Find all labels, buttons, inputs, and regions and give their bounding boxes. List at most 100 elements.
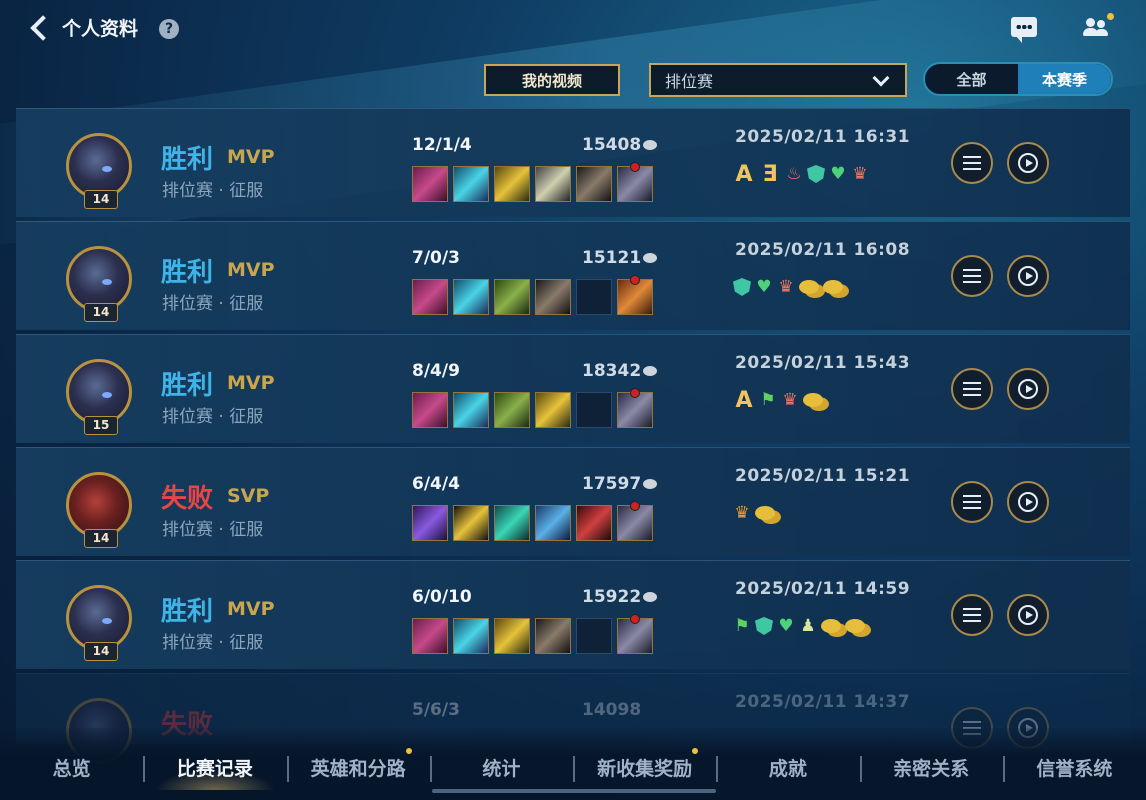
kda: 5/6/3: [412, 700, 460, 720]
tab-champions-and-lanes[interactable]: 英雄和分路: [286, 742, 430, 792]
tab-match-history[interactable]: 比赛记录: [143, 742, 286, 792]
list-icon: [963, 495, 981, 509]
shield-icon: [807, 165, 825, 183]
gold-coin-icon: [643, 592, 657, 602]
champion-level: 14: [84, 190, 118, 209]
match-result: 胜利: [161, 258, 214, 288]
item-icon: [412, 279, 448, 315]
back-button[interactable]: 个人资料: [28, 14, 138, 41]
item-icon: [453, 166, 489, 202]
gold-coin-icon: [643, 366, 657, 376]
item-icon: [412, 392, 448, 428]
match-date: 2025/02/11 16:31: [735, 127, 911, 147]
heal-icon: ♥: [756, 277, 772, 297]
match-row[interactable]: 14 失败 SVP 排位赛 · 征服 6/4/4 17597 2025/02/1…: [16, 447, 1130, 556]
match-details-button[interactable]: [951, 594, 993, 636]
match-mode: 排位赛 · 征服: [162, 181, 264, 201]
match-details-button[interactable]: [951, 368, 993, 410]
scrollbar[interactable]: [432, 789, 716, 793]
trinket-icon: [617, 388, 653, 428]
match-date: 2025/02/11 14:37: [735, 692, 911, 712]
tab-achievements[interactable]: 成就: [716, 742, 859, 792]
match-row[interactable]: 14 胜利 MVP 排位赛 · 征服 12/1/4 15408 2025/02/…: [16, 108, 1130, 217]
crest-icon: ♛: [782, 390, 798, 410]
item-icon: [412, 166, 448, 202]
toggle-current-season[interactable]: 本赛季: [1018, 64, 1111, 94]
achievement-badges: ⚑ ♥ ♟: [733, 616, 865, 636]
match-date: 2025/02/11 15:21: [735, 466, 911, 486]
item-build: [412, 275, 653, 315]
match-result: 胜利: [161, 597, 214, 627]
badge-a-icon: A: [735, 387, 753, 413]
heal-icon: ♥: [778, 616, 794, 636]
gold-amount: 17597: [582, 474, 642, 494]
item-icon: [576, 166, 612, 202]
tab-collection-rewards[interactable]: 新收集奖励: [573, 742, 716, 792]
flame-icon: ♨: [786, 164, 802, 184]
gold-coin-icon: [643, 140, 657, 150]
replay-button[interactable]: [1007, 142, 1049, 184]
item-icon: [453, 279, 489, 315]
match-details-button[interactable]: [951, 142, 993, 184]
notification-dot: [1107, 13, 1114, 20]
item-icon: [412, 505, 448, 541]
coins-icon: [803, 393, 823, 407]
replay-button[interactable]: [1007, 481, 1049, 523]
tab-stats[interactable]: 统计: [429, 742, 573, 792]
match-row[interactable]: 14 胜利 MVP 排位赛 · 征服 7/0/3 15121 2025/02/1…: [16, 221, 1130, 330]
list-icon: [963, 382, 981, 396]
item-icon: [535, 166, 571, 202]
trinket-icon: [617, 162, 653, 202]
item-icon: [535, 618, 571, 654]
match-row[interactable]: 14 胜利 MVP 排位赛 · 征服 6/0/10 15922 2025/02/…: [16, 560, 1130, 669]
toggle-all[interactable]: 全部: [925, 64, 1018, 94]
achievement-badges: A Ǝ ♨ ♥ ♛: [733, 161, 869, 187]
tab-overview[interactable]: 总览: [0, 742, 143, 792]
chat-icon[interactable]: [1011, 17, 1037, 43]
item-icon: [453, 618, 489, 654]
coins-icon: [845, 619, 865, 633]
replay-icon: [1018, 153, 1038, 173]
list-icon: [963, 608, 981, 622]
svp-tag: SVP: [227, 485, 270, 507]
my-videos-button[interactable]: 我的视频: [484, 64, 620, 96]
badge-e-icon: Ǝ: [762, 161, 778, 187]
achievement-badges: ♥ ♛: [733, 277, 843, 297]
gold-amount: 18342: [582, 361, 642, 381]
item-icon: [494, 279, 530, 315]
flag-icon: ⚑: [760, 390, 776, 410]
coins-icon: [823, 280, 843, 294]
match-details-button[interactable]: [951, 255, 993, 297]
badge-a-icon: A: [735, 161, 753, 187]
match-details-button[interactable]: [951, 481, 993, 523]
kda: 6/4/4: [412, 474, 460, 494]
tab-relationships[interactable]: 亲密关系: [859, 742, 1003, 792]
replay-button[interactable]: [1007, 368, 1049, 410]
replay-icon: [1018, 266, 1038, 286]
match-row[interactable]: 15 胜利 MVP 排位赛 · 征服 8/4/9 18342 2025/02/1…: [16, 334, 1130, 443]
friends-icon[interactable]: [1083, 16, 1109, 38]
bottom-nav: 总览 比赛记录 英雄和分路 统计 新收集奖励 成就 亲密关系 信誉系统: [0, 742, 1146, 792]
item-icon: [494, 392, 530, 428]
help-icon[interactable]: ?: [159, 19, 179, 39]
heal-icon: ♥: [830, 164, 846, 184]
kda: 8/4/9: [412, 361, 460, 381]
replay-icon: [1018, 492, 1038, 512]
replay-button[interactable]: [1007, 255, 1049, 297]
gold-amount: 15121: [582, 248, 642, 268]
kda: 7/0/3: [412, 248, 460, 268]
season-toggle[interactable]: 全部 本赛季: [923, 62, 1113, 96]
gold-amount: 14098: [582, 700, 642, 720]
gold-amount: 15922: [582, 587, 642, 607]
match-mode: 排位赛 · 征服: [162, 520, 264, 540]
item-icon: [576, 505, 612, 541]
tab-honor-system[interactable]: 信誉系统: [1002, 742, 1146, 792]
mvp-tag: MVP: [227, 372, 275, 394]
item-icon: [494, 505, 530, 541]
empty-item-slot: [576, 618, 612, 654]
trinket-icon: [617, 501, 653, 541]
coins-icon: [799, 280, 819, 294]
item-build: [412, 614, 653, 654]
mode-select[interactable]: 排位赛: [649, 63, 907, 97]
replay-button[interactable]: [1007, 594, 1049, 636]
